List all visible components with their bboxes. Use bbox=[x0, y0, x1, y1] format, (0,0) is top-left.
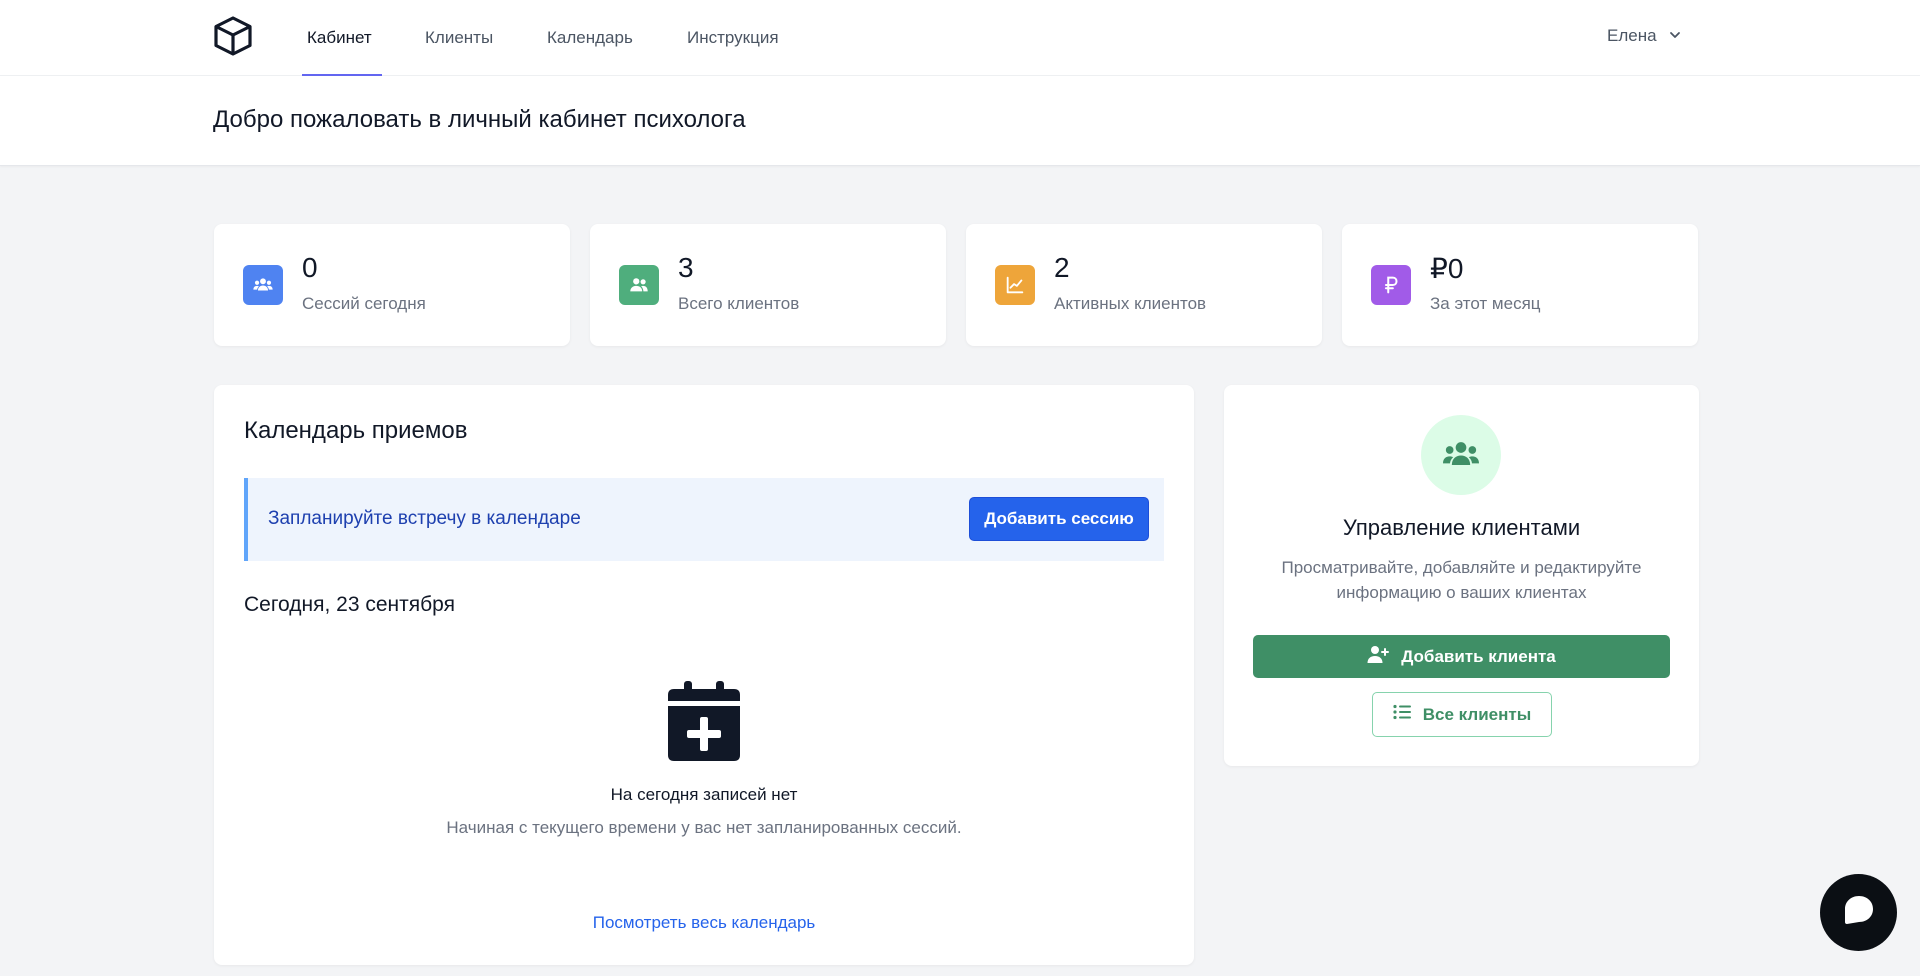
view-full-calendar-link[interactable]: Посмотреть весь календарь bbox=[214, 913, 1194, 933]
calendar-card: Календарь приемов Запланируйте встречу в… bbox=[214, 385, 1194, 965]
all-clients-label: Все клиенты bbox=[1422, 704, 1532, 724]
chat-widget-button[interactable] bbox=[1820, 874, 1897, 951]
chat-icon bbox=[1842, 893, 1876, 932]
add-session-button[interactable]: Добавить сессию bbox=[969, 497, 1149, 541]
empty-state-subtitle: Начиная с текущего времени у вас нет зап… bbox=[446, 818, 962, 837]
page-header: Добро пожаловать в личный кабинет психол… bbox=[0, 76, 1920, 166]
users-icon bbox=[1421, 415, 1501, 495]
nav-item-instruction[interactable]: Инструкция bbox=[687, 0, 779, 76]
stat-label: За этот месяц bbox=[1430, 294, 1541, 313]
user-menu[interactable]: Елена bbox=[1607, 0, 1681, 72]
clients-management-card: Управление клиентами Просматривайте, доб… bbox=[1224, 385, 1699, 766]
clients-card-description: Просматривайте, добавляйте и редактируйт… bbox=[1281, 558, 1642, 602]
top-navigation: Кабинет Клиенты Календарь Инструкция Еле… bbox=[0, 0, 1920, 76]
nav-item-calendar[interactable]: Календарь bbox=[547, 0, 633, 76]
schedule-banner: Запланируйте встречу в календаре Добавит… bbox=[244, 478, 1164, 561]
stat-card-month-revenue: ₽0 За этот месяц bbox=[1342, 224, 1698, 346]
empty-state-title: На сегодня записей нет bbox=[610, 785, 798, 804]
stat-value: ₽0 bbox=[1430, 253, 1464, 284]
user-plus-icon bbox=[1367, 644, 1390, 669]
user-name: Елена bbox=[1607, 26, 1657, 45]
stat-card-sessions-today: 0 Сессий сегодня bbox=[214, 224, 570, 346]
stat-label: Всего клиентов bbox=[678, 294, 800, 313]
page-title: Добро пожаловать в личный кабинет психол… bbox=[213, 106, 746, 133]
calendar-title: Календарь приемов bbox=[244, 417, 468, 444]
clients-card-title: Управление клиентами bbox=[1342, 515, 1581, 540]
stat-label: Сессий сегодня bbox=[302, 294, 426, 313]
ruble-icon bbox=[1371, 265, 1411, 305]
chart-line-icon bbox=[995, 265, 1035, 305]
users-icon bbox=[243, 265, 283, 305]
add-client-label: Добавить клиента bbox=[1401, 646, 1556, 666]
chevron-down-icon bbox=[1669, 0, 1681, 72]
nav-item-clients[interactable]: Клиенты bbox=[425, 0, 493, 76]
calendar-plus-icon bbox=[668, 681, 740, 761]
stat-card-total-clients: 3 Всего клиентов bbox=[590, 224, 946, 346]
schedule-banner-text: Запланируйте встречу в календаре bbox=[268, 508, 581, 529]
cube-logo-icon[interactable] bbox=[211, 14, 255, 58]
stat-label: Активных клиентов bbox=[1054, 294, 1207, 313]
nav-item-cabinet[interactable]: Кабинет bbox=[307, 0, 372, 76]
user-group-icon bbox=[619, 265, 659, 305]
list-icon bbox=[1393, 704, 1411, 725]
today-date-heading: Сегодня, 23 сентября bbox=[244, 593, 455, 616]
stat-card-active-clients: 2 Активных клиентов bbox=[966, 224, 1322, 346]
all-clients-button[interactable]: Все клиенты bbox=[1372, 692, 1552, 737]
stat-value: 3 bbox=[678, 252, 694, 283]
stat-value: 0 bbox=[302, 252, 318, 283]
stat-value: 2 bbox=[1054, 252, 1070, 283]
add-client-button[interactable]: Добавить клиента bbox=[1253, 635, 1670, 678]
